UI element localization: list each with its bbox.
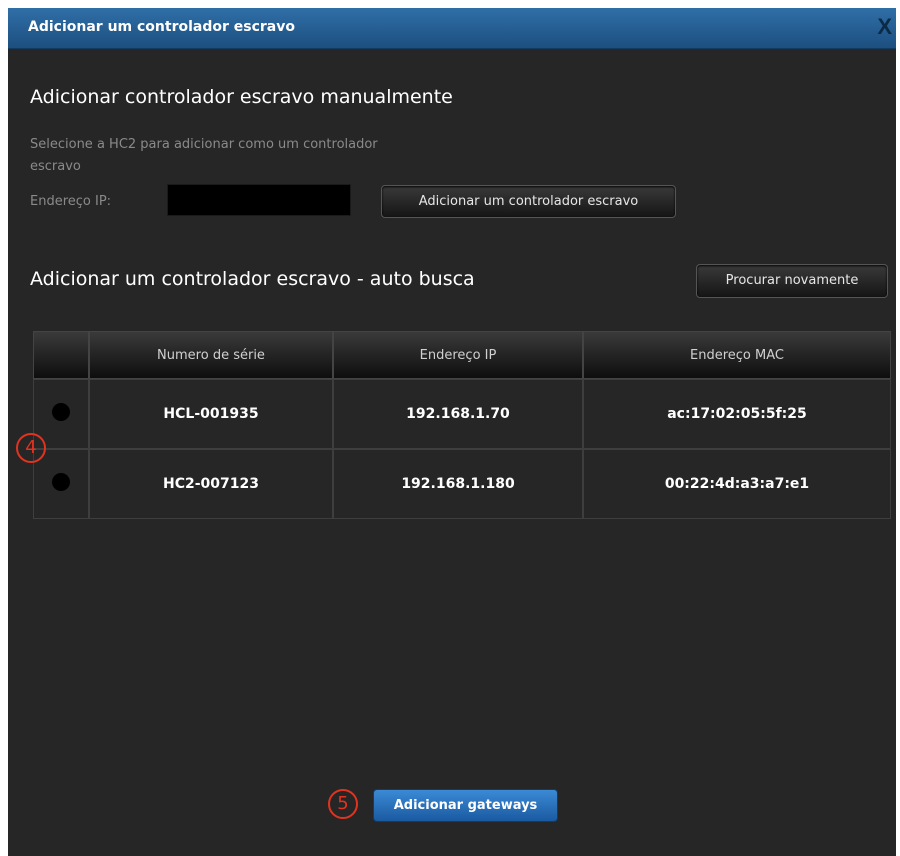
auto-search-heading: Adicionar um controlador escravo - auto … (30, 268, 475, 290)
step-marker-4: 4 (16, 433, 46, 463)
slave-controllers-table: Numero de série Endereço IP Endereço MAC… (33, 331, 891, 519)
ip-label: Endereço IP: (30, 194, 112, 209)
add-gateways-button[interactable]: Adicionar gateways (373, 789, 558, 822)
ip-address-input[interactable] (167, 184, 351, 216)
ip-column-header: Endereço IP (333, 331, 583, 379)
add-slave-controller-dialog: Adicionar um controlador escravo X Adici… (8, 8, 896, 856)
table-row[interactable]: HCL-001935 192.168.1.70 ac:17:02:05:5f:2… (33, 379, 891, 449)
manual-description: Selecione a HC2 para adicionar como um c… (30, 137, 378, 174)
ip-cell: 192.168.1.70 (333, 379, 583, 449)
search-again-button[interactable]: Procurar novamente (696, 264, 888, 298)
dialog-title-bar: Adicionar um controlador escravo X (8, 8, 896, 49)
step-marker-5: 5 (328, 789, 358, 819)
serial-column-header: Numero de série (89, 331, 333, 379)
mac-column-header: Endereço MAC (583, 331, 891, 379)
serial-cell: HCL-001935 (89, 379, 333, 449)
add-slave-controller-button[interactable]: Adicionar um controlador escravo (381, 185, 676, 218)
row-radio-button[interactable] (52, 473, 70, 491)
table-header-row: Numero de série Endereço IP Endereço MAC (33, 331, 891, 379)
serial-cell: HC2-007123 (89, 449, 333, 519)
close-button[interactable]: X (877, 14, 892, 40)
ip-cell: 192.168.1.180 (333, 449, 583, 519)
select-column-header (33, 331, 89, 379)
manual-heading: Adicionar controlador escravo manualment… (30, 86, 453, 108)
table-row[interactable]: HC2-007123 192.168.1.180 00:22:4d:a3:a7:… (33, 449, 891, 519)
dialog-title: Adicionar um controlador escravo (28, 19, 295, 35)
row-radio-button[interactable] (52, 403, 70, 421)
mac-cell: ac:17:02:05:5f:25 (583, 379, 891, 449)
row-select-cell (33, 449, 89, 519)
mac-cell: 00:22:4d:a3:a7:e1 (583, 449, 891, 519)
